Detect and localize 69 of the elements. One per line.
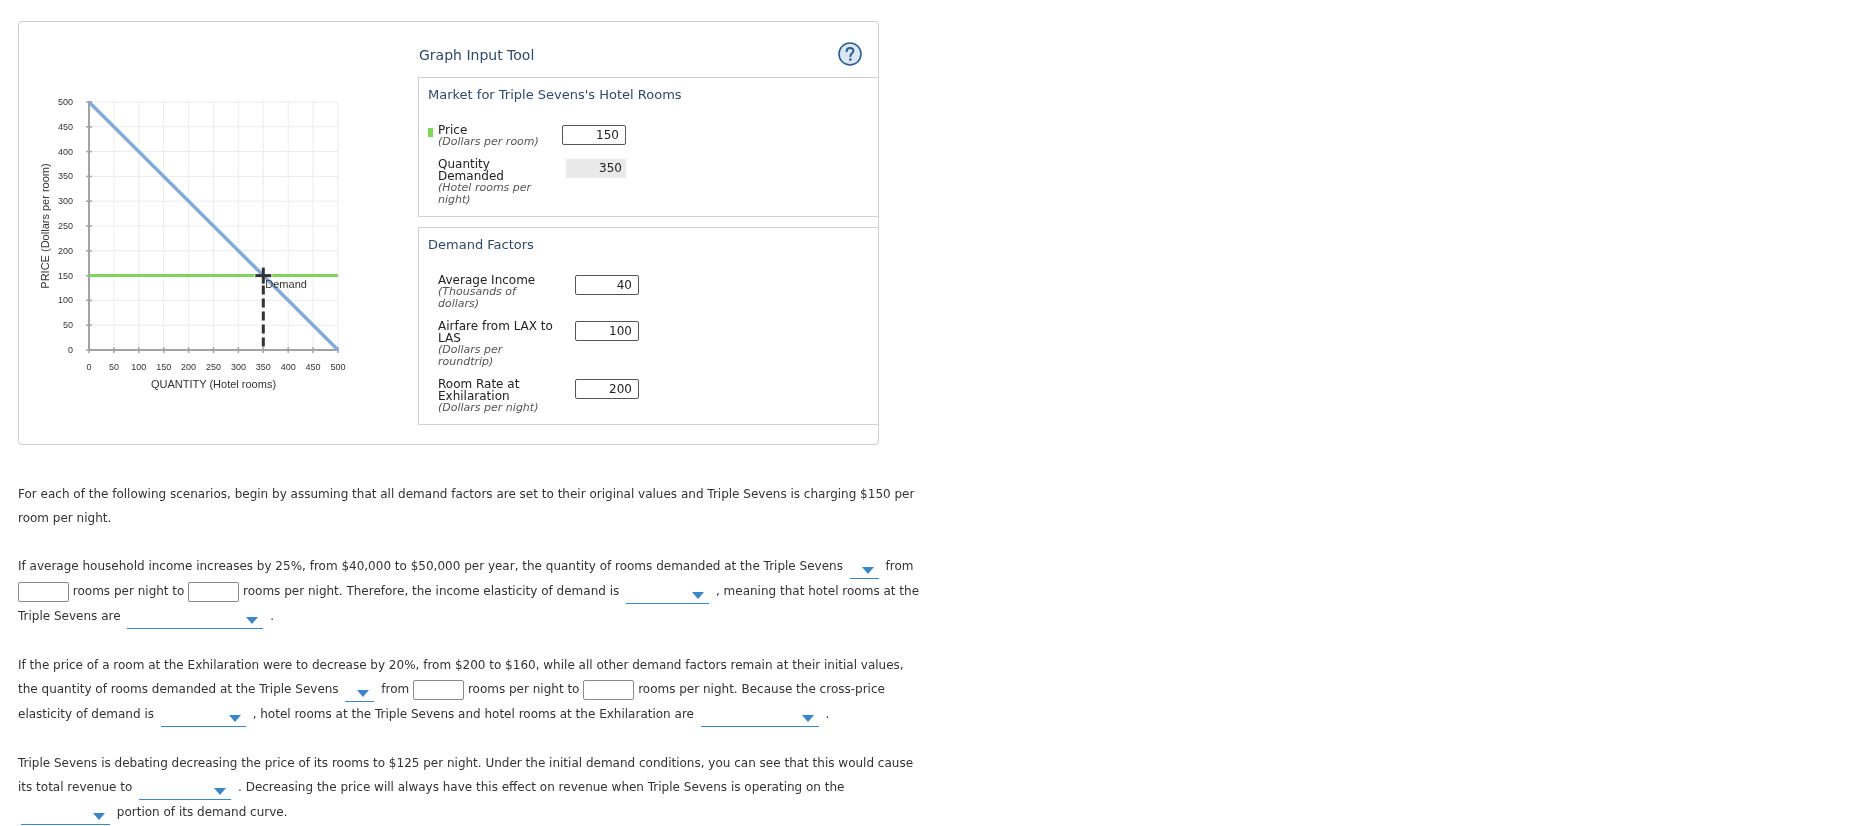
value-input[interactable]: 200: [575, 379, 639, 399]
tick-label: 150: [156, 362, 172, 372]
caret-icon: [861, 567, 874, 574]
tick-label: 200: [57, 245, 73, 256]
caret-icon: [228, 715, 241, 722]
answer-box[interactable]: [413, 679, 465, 700]
tick-label: 450: [57, 121, 73, 132]
field-label: Quantity Demanded: [438, 158, 505, 182]
help-button[interactable]: [838, 42, 862, 66]
answer-dropdown[interactable]: [849, 565, 879, 579]
tick-label: 350: [255, 362, 271, 372]
answer-box[interactable]: [188, 581, 240, 602]
tick-label: 0: [68, 345, 73, 355]
tick-label: 450: [305, 362, 321, 372]
section-title: Market for Triple Sevens's Hotel Rooms: [428, 86, 683, 104]
field-label: Price: [438, 124, 469, 136]
field-label: Average Income: [438, 274, 537, 286]
tick-label: 300: [230, 362, 246, 372]
answer-dropdown[interactable]: [21, 811, 110, 825]
help-icon: [838, 42, 862, 66]
caret-icon: [246, 617, 259, 624]
field-label: Room Rate at Exhilaration: [438, 378, 521, 402]
answer-dropdown[interactable]: [160, 713, 246, 727]
tick-label: 200: [181, 362, 197, 372]
tick-label: 150: [57, 270, 73, 281]
unit-label: (Hotel rooms per night): [438, 182, 533, 206]
answer-dropdown[interactable]: [139, 786, 232, 800]
tick-label: 100: [57, 295, 73, 306]
section-title: Demand Factors: [428, 236, 535, 254]
tick-label: 250: [57, 221, 73, 231]
question-text: If average household income increases by 25%, from $40,000 to $50,000 per year, the quantity of rooms demanded at the Triple Sevens from rooms per night to rooms per night. Therefore, the income elasticity of demand is , meaning that hotel rooms at the Triple Sevens are .: [18, 554, 923, 629]
unit-label: (Dollars per night): [438, 402, 540, 414]
answer-dropdown[interactable]: [345, 688, 375, 702]
quantity-readout: 350: [566, 159, 626, 178]
tick-label: 0: [86, 362, 92, 372]
caret-icon: [357, 690, 370, 697]
axis-title: PRICE (Dollars per room): [39, 163, 51, 289]
value-input[interactable]: 100: [575, 321, 639, 341]
tick-label: 400: [280, 362, 296, 372]
tick-label: 350: [57, 171, 73, 182]
caret-icon: [692, 592, 705, 599]
question-text: If the price of a room at the Exhilaration were to decrease by 20%, from $200 to $160, while all other demand factors remain at their initial values, the quantity of rooms demanded at the Triple Sevens from rooms per night to rooms per night. Because the cross-price elasticity of demand is , hotel rooms at the Triple Sevens and hotel rooms at the Exhilaration are .: [18, 653, 923, 727]
instruction-text: For each of the following scenarios, begin by assuming that all demand factors are set to their original values and Triple Sevens is charging $150 per room per night.: [18, 486, 916, 527]
value-input[interactable]: 40: [575, 275, 639, 295]
tick-label: 100: [131, 362, 147, 372]
value-input[interactable]: 150: [562, 125, 626, 145]
tick-label: 400: [57, 146, 73, 157]
tick-label: 50: [63, 320, 73, 331]
caret-icon: [214, 788, 227, 795]
caret-icon: [801, 715, 814, 722]
tick-label: 300: [57, 196, 73, 207]
tick-label: 500: [330, 362, 346, 372]
unit-label: (Thousands of dollars): [438, 286, 518, 310]
tick-label: 250: [206, 362, 221, 372]
answer-dropdown[interactable]: [700, 713, 819, 727]
dashed-guide-line: [261, 285, 265, 349]
answer-box[interactable]: [583, 679, 635, 700]
answer-dropdown[interactable]: [127, 615, 264, 629]
answer-box[interactable]: [18, 581, 69, 602]
unit-label: (Dollars per room): [438, 136, 540, 148]
tick-label: 500: [57, 97, 73, 107]
axis-title: QUANTITY (Hotel rooms): [150, 378, 277, 390]
tick-label: 50: [108, 362, 119, 372]
caret-icon: [93, 813, 105, 820]
tool-title: Graph Input Tool: [419, 46, 535, 65]
answer-dropdown[interactable]: [626, 590, 710, 604]
field-label: Airfare from LAX to LAS: [438, 320, 554, 344]
question-text: Triple Sevens is debating decreasing the price of its rooms to $125 per night. Under the initial demand conditions, you can see that this would cause its total revenue to . Decreasing the price will always have this effect on revenue when Triple Sevens is operating on the portion of its demand curve.: [18, 751, 923, 825]
unit-label: (Dollars per roundtrip): [438, 344, 504, 368]
